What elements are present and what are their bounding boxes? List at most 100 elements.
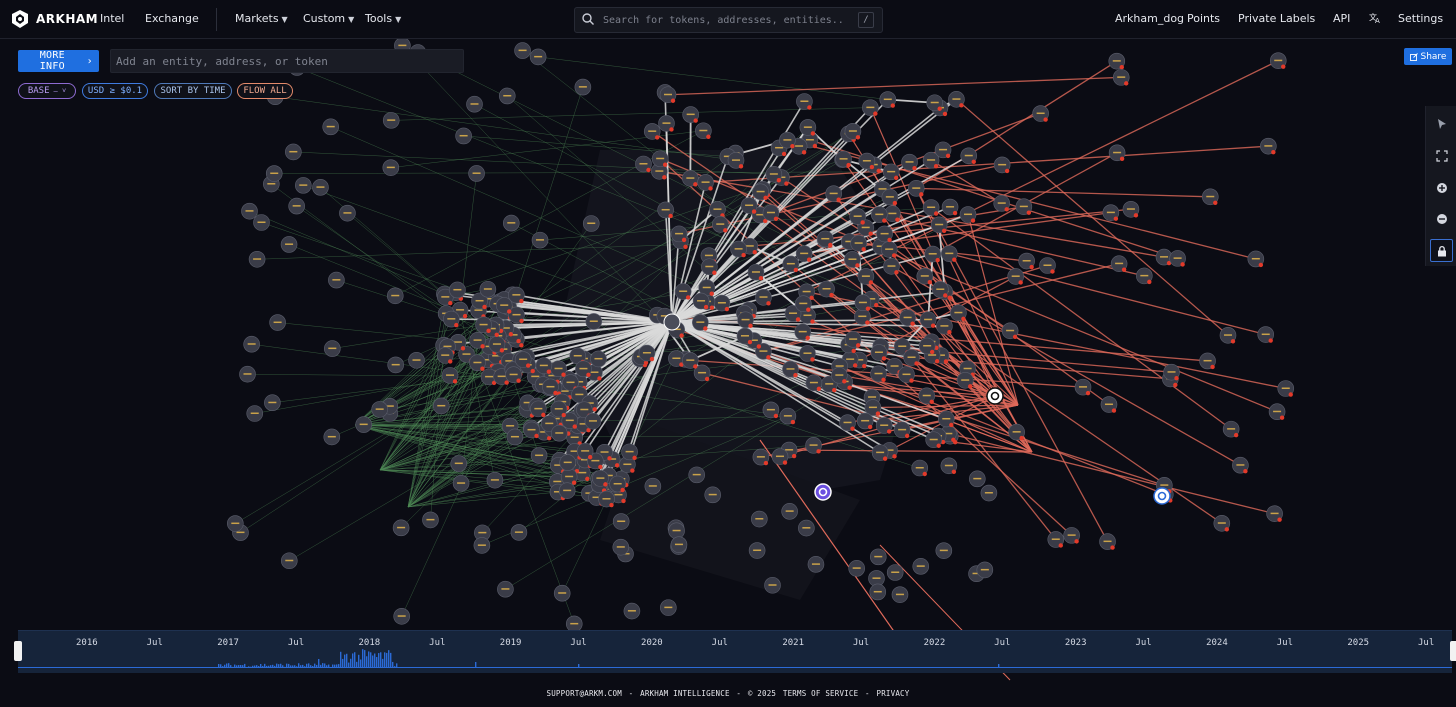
graph-node[interactable] — [682, 106, 699, 123]
graph-node[interactable] — [1108, 52, 1126, 70]
graph-node[interactable] — [941, 198, 959, 216]
graph-node[interactable] — [670, 536, 688, 553]
graph-node[interactable] — [660, 599, 677, 616]
graph-node[interactable] — [881, 188, 899, 206]
graph-node[interactable] — [805, 437, 822, 454]
graph-node[interactable] — [849, 208, 866, 225]
graph-node[interactable] — [919, 311, 937, 329]
graph-node[interactable] — [857, 268, 875, 285]
graph-node[interactable] — [926, 94, 943, 112]
nav-points[interactable]: Points — [1187, 12, 1220, 25]
graph-node[interactable] — [779, 131, 796, 149]
graph-node[interactable] — [938, 410, 955, 428]
graph-node[interactable] — [831, 367, 848, 384]
graph-node[interactable] — [1266, 505, 1283, 522]
graph-node[interactable] — [576, 442, 594, 460]
graph-node[interactable] — [506, 428, 524, 446]
graph-node[interactable] — [644, 477, 662, 495]
graph-node[interactable] — [324, 340, 341, 357]
graph-node[interactable] — [1169, 250, 1186, 267]
graph-node[interactable] — [1122, 200, 1140, 218]
nav-intel[interactable]: Intel — [100, 12, 124, 25]
graph-node[interactable] — [651, 150, 669, 168]
graph-node[interactable] — [1047, 531, 1065, 548]
graph-node[interactable] — [762, 401, 780, 419]
graph-node[interactable] — [658, 115, 675, 132]
graph-node[interactable] — [1163, 363, 1180, 381]
graph-node[interactable] — [659, 86, 677, 104]
graph-node[interactable] — [1247, 250, 1265, 268]
graph-node[interactable] — [1199, 352, 1216, 370]
graph-node[interactable] — [856, 412, 874, 430]
graph-node[interactable] — [668, 350, 685, 367]
graph-node[interactable] — [285, 143, 302, 161]
graph-node[interactable] — [450, 455, 468, 472]
graph-node[interactable] — [916, 267, 934, 285]
graph-node[interactable] — [382, 112, 400, 129]
graph-node[interactable] — [621, 443, 638, 461]
graph-node[interactable] — [844, 122, 862, 140]
graph-node[interactable] — [935, 542, 953, 559]
graph-node[interactable] — [638, 344, 656, 362]
graph-node[interactable] — [993, 156, 1011, 174]
graph-node[interactable] — [264, 394, 281, 412]
graph-node[interactable] — [882, 163, 900, 181]
graph-node[interactable] — [737, 311, 754, 329]
terms-link[interactable]: TERMS OF SERVICE — [783, 689, 858, 698]
graph-node[interactable] — [980, 484, 998, 502]
graph-node[interactable] — [1074, 378, 1092, 396]
graph-node[interactable] — [796, 93, 813, 110]
graph-node[interactable] — [393, 607, 410, 625]
graph-node[interactable] — [901, 153, 918, 171]
graph-node[interactable] — [1108, 144, 1126, 162]
graph-node[interactable] — [248, 250, 266, 268]
graph-node[interactable] — [1099, 533, 1116, 550]
graph-node[interactable] — [436, 347, 454, 364]
graph-node[interactable] — [382, 159, 400, 176]
graph-node[interactable] — [799, 345, 816, 362]
graph-node[interactable] — [736, 327, 754, 345]
zoom-in-tool[interactable] — [1430, 176, 1453, 199]
support-email-link[interactable]: SUPPORT@ARKM.COM — [547, 689, 622, 698]
graph-node[interactable] — [959, 206, 977, 223]
graph-node[interactable] — [473, 537, 491, 554]
graph-node[interactable] — [550, 360, 567, 378]
graph-node[interactable] — [1269, 52, 1287, 69]
graph-node[interactable] — [839, 414, 856, 431]
hub-node[interactable] — [663, 313, 681, 331]
graph-node[interactable] — [553, 584, 571, 602]
graph-node[interactable] — [765, 165, 783, 183]
graph-node[interactable] — [875, 417, 893, 434]
graph-node[interactable] — [782, 360, 799, 378]
graph-node[interactable] — [1001, 322, 1019, 340]
flow-all-chip[interactable]: FLOW ALL — [237, 83, 293, 99]
graph-node[interactable] — [635, 155, 652, 173]
graph-node[interactable] — [371, 401, 388, 418]
graph-node[interactable] — [854, 294, 872, 312]
graph-node[interactable] — [771, 448, 789, 465]
graph-node[interactable] — [1268, 403, 1286, 421]
graph-node[interactable] — [529, 48, 547, 66]
search-input[interactable] — [603, 12, 843, 28]
graph-node[interactable] — [441, 367, 459, 384]
graph-node[interactable] — [747, 263, 765, 281]
graph-node[interactable] — [907, 180, 925, 197]
graph-node[interactable] — [1007, 268, 1024, 285]
graph-node[interactable] — [523, 421, 540, 439]
graph-node[interactable] — [871, 444, 889, 461]
graph-node[interactable] — [486, 471, 504, 489]
graph-node[interactable] — [918, 337, 936, 355]
graph-node[interactable] — [899, 309, 916, 327]
graph-node[interactable] — [752, 448, 770, 466]
graph-node[interactable] — [1018, 252, 1035, 270]
graph-node[interactable] — [243, 335, 260, 353]
graph-node[interactable] — [475, 316, 492, 334]
graph-node[interactable] — [498, 87, 516, 105]
graph-node[interactable] — [612, 513, 630, 530]
graph-node[interactable] — [912, 558, 930, 575]
graph-node[interactable] — [883, 258, 900, 275]
share-button[interactable]: Share — [1404, 48, 1452, 65]
exchange-entity-icon[interactable] — [1153, 487, 1171, 505]
graph-node[interactable] — [727, 152, 745, 169]
add-entity-input[interactable] — [110, 49, 464, 73]
